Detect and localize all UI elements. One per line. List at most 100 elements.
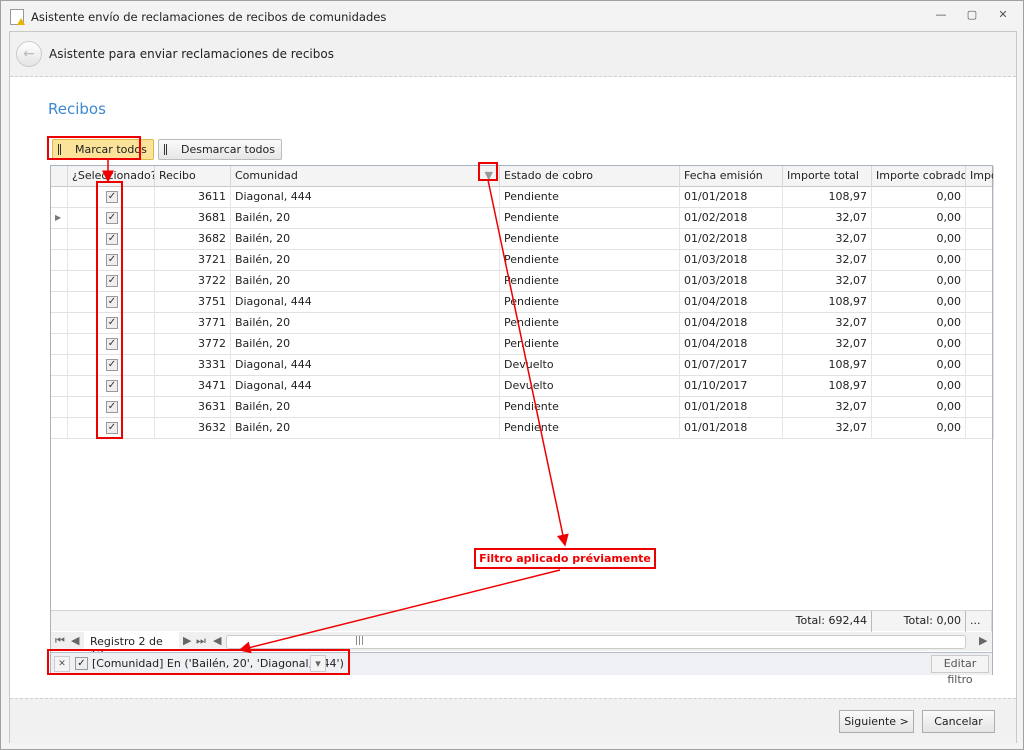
community-cell: Diagonal, 444	[231, 376, 500, 397]
wizard-header: ← Asistente para enviar reclamaciones de…	[10, 32, 1016, 77]
table-row[interactable]: ✓ 3751 Diagonal, 444 Pendiente 01/04/2018 108…	[51, 292, 994, 313]
selected-cell: ✓	[68, 229, 155, 250]
close-button[interactable]: ✕	[996, 9, 1010, 21]
filter-panel: ✕ ✓ [Comunidad] En ('Bailén, 20', 'Diago…	[51, 652, 992, 686]
selected-checkbox[interactable]: ✓	[106, 317, 118, 329]
community-cell: Bailén, 20	[231, 418, 500, 439]
first-record-button[interactable]: ⏮	[55, 634, 65, 648]
selected-cell: ✓	[68, 397, 155, 418]
selected-cell: ✓	[68, 334, 155, 355]
minimize-button[interactable]: —	[934, 9, 948, 21]
table-row[interactable]: ✓ 3772 Bailén, 20 Pendiente 01/04/2018 32,07 0…	[51, 334, 994, 355]
total-cell: 108,97	[783, 376, 872, 397]
maximize-button[interactable]: ▢	[965, 9, 979, 21]
filter-enabled-checkbox[interactable]: ✓	[75, 657, 88, 670]
table-row[interactable]: ✓ 3631 Bailén, 20 Pendiente 01/01/2018 32,07 0…	[51, 397, 994, 418]
date-cell: 01/01/2018	[680, 418, 783, 439]
receipt-cell: 3722	[155, 271, 231, 292]
total-cell: 32,07	[783, 250, 872, 271]
collected-cell: 0,00	[872, 376, 966, 397]
edit-filter-button[interactable]: Editar filtro	[931, 655, 989, 686]
row-indicator	[51, 187, 68, 208]
cancel-button[interactable]: Cancelar	[922, 710, 995, 733]
scroll-grip[interactable]: |||	[355, 636, 364, 646]
row-indicator	[51, 418, 68, 439]
selected-cell: ✓	[68, 208, 155, 229]
next-record-button[interactable]: ▶	[183, 634, 191, 647]
collected-cell: 0,00	[872, 418, 966, 439]
selected-cell: ✓	[68, 187, 155, 208]
selected-checkbox[interactable]: ✓	[106, 380, 118, 392]
list-icon	[164, 144, 175, 155]
scroll-right-button[interactable]: ▶	[979, 634, 987, 647]
total-cell: 32,07	[783, 313, 872, 334]
last-record-button[interactable]: ⏭	[196, 634, 206, 648]
status-cell: Pendiente	[500, 334, 680, 355]
table-row[interactable]: ✓ 3721 Bailén, 20 Pendiente 01/03/2018 32,07 0…	[51, 250, 994, 271]
app-icon	[10, 9, 25, 25]
status-cell: Pendiente	[500, 418, 680, 439]
prev-record-button[interactable]: ◀	[71, 634, 79, 647]
footer-more: ...	[966, 611, 992, 632]
selected-checkbox[interactable]: ✓	[106, 401, 118, 413]
filter-expression[interactable]: [Comunidad] En ('Bailén, 20', 'Diagonal,…	[92, 657, 344, 670]
column-header-total[interactable]: Importe total	[783, 166, 872, 187]
total-cell: 32,07	[783, 334, 872, 355]
row-indicator	[51, 292, 68, 313]
table-row[interactable]: ✓ 3682 Bailén, 20 Pendiente 01/02/2018 32,07 0…	[51, 229, 994, 250]
column-header-receipt[interactable]: Recibo	[155, 166, 231, 187]
clear-filter-button[interactable]: ✕	[54, 656, 70, 672]
overflow-cell	[966, 250, 994, 271]
selected-checkbox[interactable]: ✓	[106, 296, 118, 308]
column-header-collected[interactable]: Importe cobrado	[872, 166, 966, 187]
date-cell: 01/03/2018	[680, 250, 783, 271]
table-row[interactable]: ✓ 3331 Diagonal, 444 Devuelto 01/07/2017 108,…	[51, 355, 994, 376]
column-header-status[interactable]: Estado de cobro	[500, 166, 680, 187]
mark-all-label: Marcar todos	[75, 143, 147, 156]
receipt-cell: 3471	[155, 376, 231, 397]
table-row[interactable]: ▶ ✓ 3681 Bailén, 20 Pendiente 01/02/2018 32,07…	[51, 208, 994, 229]
table-row[interactable]: ✓ 3771 Bailén, 20 Pendiente 01/04/2018 32,07 0…	[51, 313, 994, 334]
window-title: Asistente envío de reclamaciones de reci…	[31, 10, 387, 24]
mark-all-button[interactable]: Marcar todos	[52, 139, 154, 160]
back-button[interactable]: ←	[16, 41, 42, 67]
section-title: Recibos	[48, 100, 106, 118]
table-row[interactable]: ✓ 3722 Bailén, 20 Pendiente 01/03/2018 32,07 0…	[51, 271, 994, 292]
table-row[interactable]: ✓ 3471 Diagonal, 444 Devuelto 01/10/2017 108,…	[51, 376, 994, 397]
selected-checkbox[interactable]: ✓	[106, 212, 118, 224]
selected-checkbox[interactable]: ✓	[106, 422, 118, 434]
footer-collected: Total: 0,00	[872, 611, 966, 632]
horizontal-scrollbar[interactable]: |||	[226, 635, 966, 649]
row-indicator	[51, 355, 68, 376]
next-button[interactable]: Siguiente >	[839, 710, 914, 733]
filter-icon[interactable]: ▼	[485, 166, 493, 186]
status-cell: Pendiente	[500, 292, 680, 313]
filter-history-dropdown[interactable]: ▾	[310, 655, 326, 672]
selected-checkbox[interactable]: ✓	[106, 233, 118, 245]
community-cell: Bailén, 20	[231, 334, 500, 355]
selected-checkbox[interactable]: ✓	[106, 254, 118, 266]
column-header-selected[interactable]: ¿Seleccionado?	[68, 166, 155, 187]
selected-checkbox[interactable]: ✓	[106, 275, 118, 287]
scroll-left-button[interactable]: ◀	[213, 634, 221, 647]
column-header-community[interactable]: Comunidad ▼	[231, 166, 500, 187]
column-header-more[interactable]: Impo	[966, 166, 994, 187]
unmark-all-button[interactable]: Desmarcar todos	[158, 139, 282, 160]
overflow-cell	[966, 334, 994, 355]
column-header-date[interactable]: Fecha emisión	[680, 166, 783, 187]
total-cell: 108,97	[783, 292, 872, 313]
community-header-label: Comunidad	[235, 169, 298, 182]
overflow-cell	[966, 313, 994, 334]
total-cell: 32,07	[783, 418, 872, 439]
table-row[interactable]: ✓ 3611 Diagonal, 444 Pendiente 01/01/2018 108…	[51, 187, 994, 208]
selected-checkbox[interactable]: ✓	[106, 338, 118, 350]
title-bar: Asistente envío de reclamaciones de reci…	[1, 1, 1023, 31]
table-row[interactable]: ✓ 3632 Bailén, 20 Pendiente 01/01/2018 32,07 0…	[51, 418, 994, 439]
selected-checkbox[interactable]: ✓	[106, 191, 118, 203]
status-cell: Pendiente	[500, 229, 680, 250]
selected-checkbox[interactable]: ✓	[106, 359, 118, 371]
wizard-title: Asistente para enviar reclamaciones de r…	[49, 47, 334, 61]
overflow-cell	[966, 229, 994, 250]
receipt-cell: 3771	[155, 313, 231, 334]
collected-cell: 0,00	[872, 271, 966, 292]
